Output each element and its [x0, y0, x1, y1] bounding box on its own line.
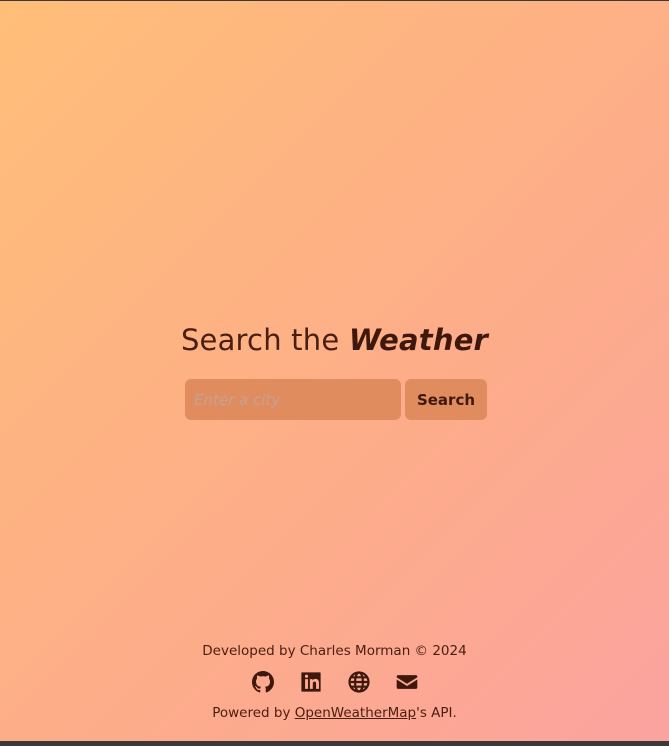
hero: Search the Weather	[0, 323, 669, 357]
email-link[interactable]	[396, 671, 418, 693]
footer: Developed by Charles Morman © 2024 Power…	[0, 641, 669, 723]
linkedin-icon	[300, 672, 321, 692]
website-link[interactable]	[347, 671, 370, 693]
page-background: Search the Weather Search Developed by C…	[0, 1, 669, 741]
api-credit: Powered by OpenWeatherMap's API.	[0, 703, 669, 723]
powered-prefix: Powered by	[212, 705, 295, 721]
github-link[interactable]	[251, 671, 274, 693]
title-prefix: Search the	[180, 323, 340, 357]
linkedin-link[interactable]	[300, 671, 322, 693]
city-search-input[interactable]	[185, 379, 401, 420]
openweathermap-link[interactable]: OpenWeatherMap	[295, 705, 416, 721]
title-emphasis: Weather	[348, 323, 489, 357]
powered-suffix: 's API.	[416, 705, 457, 721]
search-form: Search	[185, 379, 487, 420]
page-title: Search the Weather	[0, 323, 669, 357]
globe-icon	[347, 671, 370, 693]
social-links	[0, 671, 669, 693]
window-bottom-edge	[0, 741, 669, 746]
github-icon	[251, 671, 274, 693]
developer-credit: Developed by Charles Morman © 2024	[202, 643, 467, 659]
search-button[interactable]: Search	[405, 379, 487, 420]
envelope-icon	[396, 675, 417, 689]
